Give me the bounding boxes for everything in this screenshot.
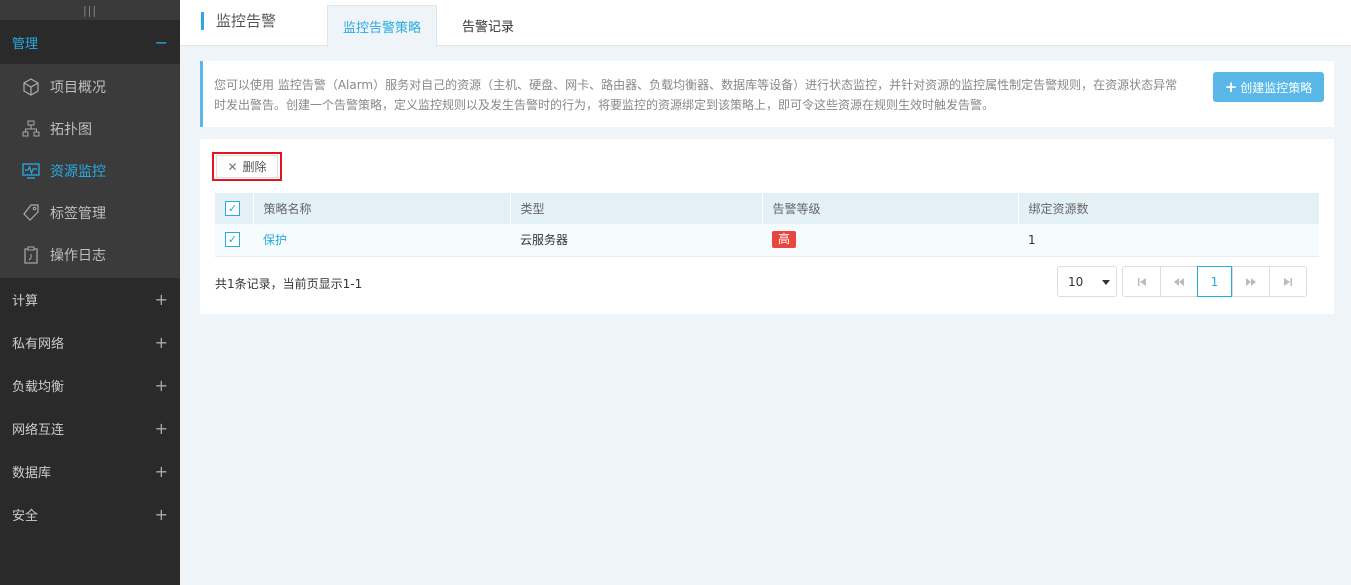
sidebar-item-tag-management[interactable]: 标签管理 (0, 192, 180, 234)
sidebar-group-label: 安全 (12, 509, 39, 524)
caret-down-icon (1102, 280, 1110, 285)
column-header-type[interactable]: 类型 (509, 193, 762, 224)
policy-list-panel: ✕ 删除 ✓ 策略名称 类型 告警等级 绑定资源数 ✓ 保护 云服务器 高 1 … (200, 139, 1334, 314)
info-panel: 您可以使用 监控告警（Alarm）服务对自己的资源（主机、硬盘、网卡、路由器、负… (200, 61, 1334, 127)
last-page-icon (1284, 277, 1292, 286)
header-bar: 监控告警 监控告警策略 告警记录 (180, 0, 1351, 47)
record-summary: 共1条记录，当前页显示1-1 (215, 277, 363, 291)
sidebar-item-label: 项目概况 (50, 80, 106, 96)
page-size-value: 10 (1068, 274, 1084, 289)
policy-name-cell: 保护 (253, 224, 510, 257)
column-header-level[interactable]: 告警等级 (761, 193, 1018, 224)
sidebar: ||| 管理 − 项目概况 拓扑图 资源监控 标签管理 操作日志 计算 + 私有… (0, 0, 180, 585)
policy-level-cell: 高 (762, 224, 1018, 257)
sidebar-item-label: 拓扑图 (50, 122, 92, 138)
sidebar-group-label: 网络互连 (12, 423, 65, 438)
sidebar-group-label: 数据库 (12, 466, 52, 481)
close-icon: ✕ (227, 159, 238, 174)
policy-name-link[interactable]: 保护 (263, 233, 287, 247)
sidebar-group-label: 计算 (12, 294, 39, 309)
next-page-button[interactable] (1232, 267, 1269, 296)
sidebar-group-database[interactable]: 数据库 + (0, 450, 180, 493)
sidebar-item-label: 资源监控 (50, 164, 106, 180)
info-description: 您可以使用 监控告警（Alarm）服务对自己的资源（主机、硬盘、网卡、路由器、负… (214, 78, 1178, 112)
sidebar-item-operation-log[interactable]: 操作日志 (0, 234, 180, 276)
expand-icon: + (154, 462, 168, 481)
sidebar-item-label: 操作日志 (50, 248, 106, 264)
delete-button-highlight: ✕ 删除 (212, 152, 282, 181)
row-select-cell: ✓ (215, 224, 253, 257)
select-all-checkbox[interactable]: ✓ (225, 201, 240, 216)
sidebar-submenu: 项目概况 拓扑图 资源监控 标签管理 操作日志 (0, 64, 180, 278)
bound-resources-cell: 1 (1018, 224, 1319, 257)
first-page-icon (1137, 277, 1146, 286)
sidebar-group-interconnect[interactable]: 网络互连 + (0, 407, 180, 450)
plus-icon: + (1224, 78, 1238, 96)
expand-icon: + (154, 333, 168, 352)
first-page-button[interactable] (1123, 267, 1160, 296)
last-page-button[interactable] (1269, 267, 1306, 296)
sidebar-group-vpc[interactable]: 私有网络 + (0, 321, 180, 364)
row-checkbox[interactable]: ✓ (225, 232, 240, 248)
delete-label: 删除 (242, 160, 267, 174)
cube-icon (22, 78, 40, 96)
table-row[interactable]: ✓ 保护 云服务器 高 1 (215, 224, 1319, 257)
table-header-row: ✓ 策略名称 类型 告警等级 绑定资源数 (215, 193, 1319, 224)
select-all-cell: ✓ (215, 193, 253, 224)
tag-icon (22, 204, 40, 222)
sidebar-group-compute[interactable]: 计算 + (0, 278, 180, 321)
column-header-bound[interactable]: 绑定资源数 (1017, 193, 1319, 224)
pagination: 1 (1122, 266, 1307, 297)
tab-alarm-policy[interactable]: 监控告警策略 (327, 5, 437, 47)
status-badge: 高 (772, 231, 797, 249)
policy-type-cell: 云服务器 (510, 224, 762, 257)
monitor-icon (22, 162, 40, 180)
expand-icon: + (154, 419, 168, 438)
sidebar-group-label: 负载均衡 (12, 380, 65, 395)
clipboard-icon (22, 246, 40, 264)
sidebar-group-label: 管理 (12, 36, 39, 52)
page-title: 监控告警 (201, 12, 276, 30)
sidebar-group-load-balancer[interactable]: 负载均衡 + (0, 364, 180, 407)
create-policy-button[interactable]: + 创建监控策略 (1213, 72, 1324, 102)
sidebar-item-resource-monitor[interactable]: 资源监控 (0, 150, 180, 192)
sidebar-group-manage[interactable]: 管理 − (0, 20, 180, 64)
delete-button[interactable]: ✕ 删除 (216, 155, 278, 178)
page-size-select[interactable]: 10 (1057, 266, 1117, 297)
expand-icon: + (154, 290, 168, 309)
tab-label: 监控告警策略 (342, 21, 421, 36)
column-header-name[interactable]: 策略名称 (252, 193, 510, 224)
sidebar-group-label: 私有网络 (12, 337, 65, 352)
sidebar-item-label: 标签管理 (50, 206, 106, 222)
topology-icon (22, 120, 40, 138)
create-policy-label: 创建监控策略 (1240, 80, 1313, 95)
prev-page-icon (1174, 277, 1184, 286)
sidebar-item-project-overview[interactable]: 项目概况 (0, 66, 180, 108)
sidebar-group-security[interactable]: 安全 + (0, 493, 180, 536)
next-page-icon (1246, 277, 1256, 286)
sidebar-item-topology[interactable]: 拓扑图 (0, 108, 180, 150)
prev-page-button[interactable] (1160, 267, 1197, 296)
page-button-current[interactable]: 1 (1197, 266, 1232, 297)
policy-table: ✓ 策略名称 类型 告警等级 绑定资源数 ✓ 保护 云服务器 高 1 (215, 193, 1319, 257)
tab-alarm-records[interactable]: 告警记录 (442, 5, 534, 46)
expand-icon: + (154, 376, 168, 395)
collapse-icon: − (154, 32, 168, 52)
tab-label: 告警记录 (461, 20, 514, 35)
current-page-number: 1 (1210, 274, 1219, 289)
sidebar-collapse-handle[interactable]: ||| (0, 0, 180, 20)
expand-icon: + (154, 505, 168, 524)
